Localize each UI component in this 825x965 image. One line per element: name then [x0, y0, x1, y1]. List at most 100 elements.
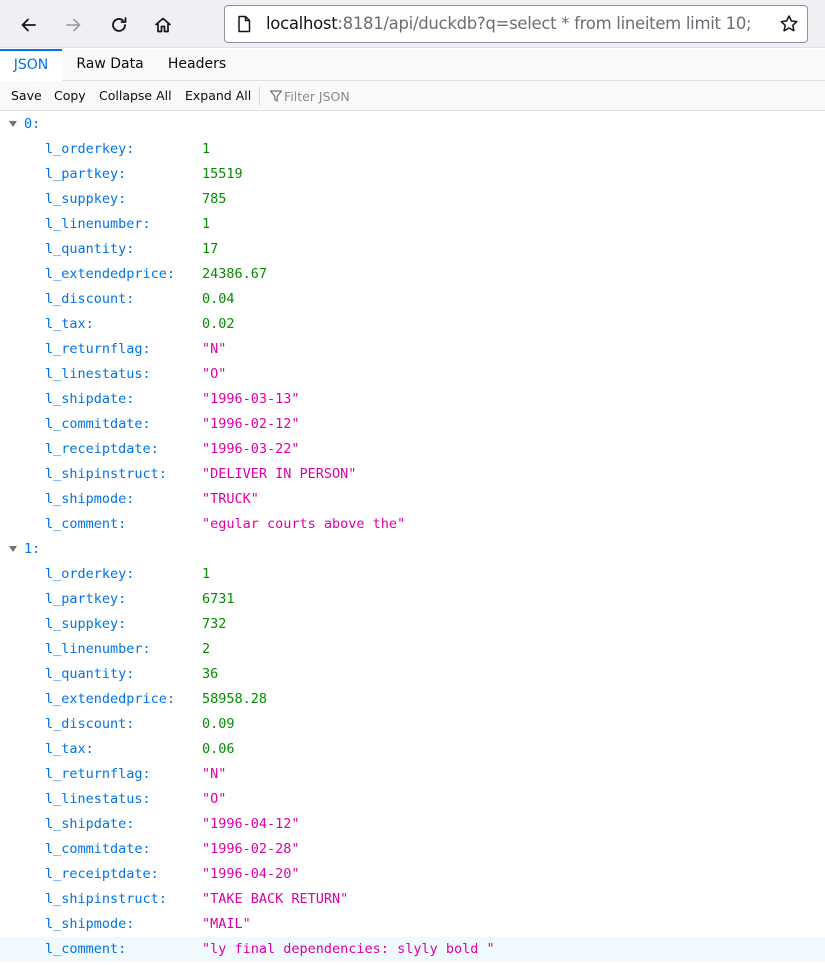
field-value-number: 1 — [202, 141, 211, 157]
json-field-row[interactable]: l_discount: 0.09 — [0, 712, 825, 737]
field-value-number: 1 — [202, 566, 211, 582]
json-field-row[interactable]: l_shipmode: "TRUCK" — [0, 487, 825, 512]
json-field-row[interactable]: l_quantity: 36 — [0, 662, 825, 687]
field-value-string: "DELIVER IN PERSON" — [202, 466, 357, 482]
field-value-string: "N" — [202, 766, 227, 782]
field-value-number: 15519 — [202, 166, 243, 182]
field-key: l_extendedprice: — [45, 691, 176, 707]
json-field-row[interactable]: l_shipdate: "1996-04-12" — [0, 812, 825, 837]
json-field-row[interactable]: l_extendedprice: 58958.28 — [0, 687, 825, 712]
page-icon — [238, 15, 251, 33]
home-button[interactable] — [147, 9, 179, 41]
field-key: l_orderkey: — [45, 141, 135, 157]
field-value-string: "O" — [202, 791, 227, 807]
field-value-number: 732 — [202, 616, 227, 632]
field-value-number: 785 — [202, 191, 227, 207]
field-key: l_discount: — [45, 291, 135, 307]
json-field-row[interactable]: l_suppkey: 732 — [0, 612, 825, 637]
json-field-row[interactable]: l_linestatus: "O" — [0, 787, 825, 812]
tab-json[interactable]: JSON — [0, 49, 62, 81]
toolbar-divider — [259, 87, 260, 105]
field-value-string: "1996-03-22" — [202, 441, 300, 457]
field-key: l_linestatus: — [45, 791, 151, 807]
json-field-row[interactable]: l_linenumber: 1 — [0, 212, 825, 237]
field-value-number: 0.06 — [202, 741, 235, 757]
json-field-row[interactable]: l_tax: 0.02 — [0, 312, 825, 337]
field-key: l_commitdate: — [45, 841, 151, 857]
field-value-number: 2 — [202, 641, 211, 657]
field-key: l_receiptdate: — [45, 441, 159, 457]
json-field-row[interactable]: l_linestatus: "O" — [0, 362, 825, 387]
field-value-string: "1996-02-12" — [202, 416, 300, 432]
json-field-row[interactable]: l_shipdate: "1996-03-13" — [0, 387, 825, 412]
field-value-string: "1996-02-28" — [202, 841, 300, 857]
copy-button[interactable]: Copy — [54, 88, 86, 103]
field-key: l_shipdate: — [45, 816, 135, 832]
collapse-all-button[interactable]: Collapse All — [99, 88, 172, 103]
json-field-row[interactable]: l_commitdate: "1996-02-12" — [0, 412, 825, 437]
json-field-row[interactable]: l_extendedprice: 24386.67 — [0, 262, 825, 287]
field-key: l_linenumber: — [45, 216, 151, 232]
json-field-row[interactable]: l_comment: "ly final dependencies: slyly … — [0, 937, 825, 962]
forward-button[interactable] — [57, 9, 89, 41]
field-key: l_tax: — [45, 741, 94, 757]
field-key: l_linestatus: — [45, 366, 151, 382]
field-value-string: "MAIL" — [202, 916, 251, 932]
json-field-row[interactable]: l_returnflag: "N" — [0, 762, 825, 787]
field-key: l_shipmode: — [45, 916, 135, 932]
json-field-row[interactable]: l_returnflag: "N" — [0, 337, 825, 362]
field-key: l_shipinstruct: — [45, 891, 167, 907]
json-field-row[interactable]: l_suppkey: 785 — [0, 187, 825, 212]
browser-navbar: localhost:8181/api/duckdb?q=select * fro… — [0, 0, 825, 48]
json-field-row[interactable]: l_linenumber: 2 — [0, 637, 825, 662]
field-key: l_tax: — [45, 316, 94, 332]
json-field-row[interactable]: l_quantity: 17 — [0, 237, 825, 262]
field-value-number: 0.04 — [202, 291, 235, 307]
json-field-row[interactable]: l_shipmode: "MAIL" — [0, 912, 825, 937]
field-value-string: "egular courts above the" — [202, 516, 406, 532]
json-field-row[interactable]: l_receiptdate: "1996-03-22" — [0, 437, 825, 462]
object-row[interactable]: 0: — [0, 112, 825, 137]
json-field-row[interactable]: l_partkey: 15519 — [0, 162, 825, 187]
field-key: l_comment: — [45, 941, 127, 957]
viewer-tabbar: JSON Raw Data Headers — [0, 49, 825, 81]
field-key: l_suppkey: — [45, 616, 127, 632]
json-tree: 0: l_orderkey: 1 l_partkey: 15519 l_suppkey: 7… — [0, 112, 825, 962]
json-field-row[interactable]: l_orderkey: 1 — [0, 562, 825, 587]
json-field-row[interactable]: l_tax: 0.06 — [0, 737, 825, 762]
field-value-number: 17 — [202, 241, 219, 257]
tab-headers[interactable]: Headers — [158, 49, 236, 81]
json-field-row[interactable]: l_commitdate: "1996-02-28" — [0, 837, 825, 862]
json-field-row[interactable]: l_discount: 0.04 — [0, 287, 825, 312]
field-key: l_quantity: — [45, 666, 135, 682]
filter-json-input[interactable] — [284, 86, 484, 106]
json-field-row[interactable]: l_orderkey: 1 — [0, 137, 825, 162]
expand-all-button[interactable]: Expand All — [185, 88, 251, 103]
arrow-left-icon — [21, 18, 36, 32]
url-path: :8181/api/duckdb?q=select * from lineite… — [337, 14, 752, 33]
home-icon — [155, 17, 171, 33]
field-key: l_returnflag: — [45, 341, 151, 357]
url-bar[interactable]: localhost:8181/api/duckdb?q=select * fro… — [224, 5, 808, 43]
object-index: 0: — [24, 116, 41, 132]
save-button[interactable]: Save — [11, 88, 42, 103]
expand-toggle-icon[interactable] — [9, 546, 17, 552]
field-value-number: 1 — [202, 216, 211, 232]
expand-toggle-icon[interactable] — [9, 121, 17, 127]
back-button[interactable] — [13, 9, 45, 41]
json-field-row[interactable]: l_comment: "egular courts above the" — [0, 512, 825, 537]
field-value-string: "1996-04-20" — [202, 866, 300, 882]
field-key: l_comment: — [45, 516, 127, 532]
field-key: l_orderkey: — [45, 566, 135, 582]
object-row[interactable]: 1: — [0, 537, 825, 562]
json-field-row[interactable]: l_receiptdate: "1996-04-20" — [0, 862, 825, 887]
json-field-row[interactable]: l_shipinstruct: "TAKE BACK RETURN" — [0, 887, 825, 912]
bookmark-star-icon[interactable] — [779, 14, 799, 34]
field-key: l_extendedprice: — [45, 266, 176, 282]
json-field-row[interactable]: l_shipinstruct: "DELIVER IN PERSON" — [0, 462, 825, 487]
reload-button[interactable] — [103, 9, 135, 41]
field-key: l_returnflag: — [45, 766, 151, 782]
json-field-row[interactable]: l_partkey: 6731 — [0, 587, 825, 612]
tab-raw-data[interactable]: Raw Data — [66, 49, 154, 81]
field-key: l_shipinstruct: — [45, 466, 167, 482]
